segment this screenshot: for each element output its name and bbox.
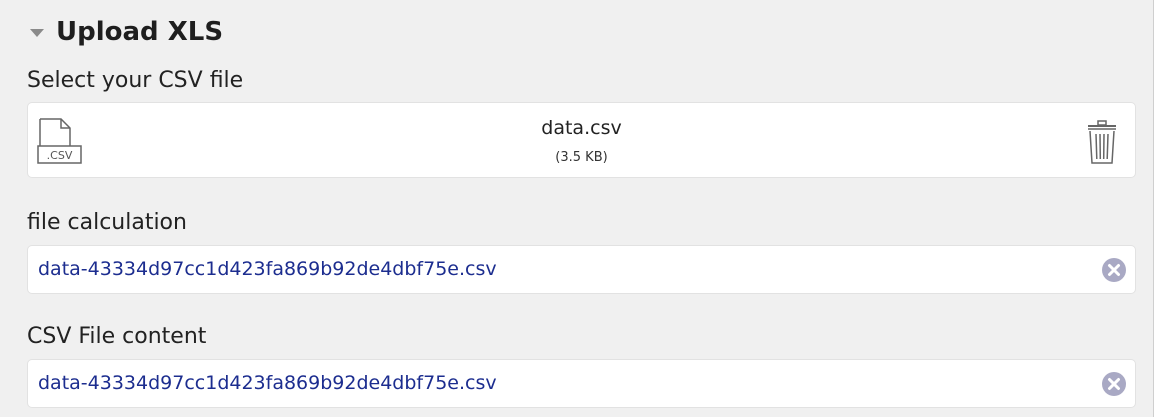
file-calculation-label: file calculation bbox=[27, 210, 187, 235]
file-calculation-value: data-43334d97cc1d423fa869b92de4dbf75e.cs… bbox=[38, 258, 497, 280]
clear-circle-icon[interactable] bbox=[1101, 257, 1127, 283]
csv-content-field[interactable]: data-43334d97cc1d423fa869b92de4dbf75e.cs… bbox=[27, 359, 1136, 408]
file-name: data.csv bbox=[541, 117, 622, 139]
trash-icon[interactable] bbox=[1086, 119, 1118, 165]
csv-content-label: CSV File content bbox=[27, 324, 207, 349]
file-upload-card[interactable]: .CSV data.csv (3.5 KB) bbox=[27, 102, 1136, 178]
section-title: Upload XLS bbox=[56, 17, 224, 47]
upload-xls-panel: Upload XLS Select your CSV file .CSV dat… bbox=[0, 0, 1154, 417]
csv-content-value: data-43334d97cc1d423fa869b92de4dbf75e.cs… bbox=[38, 372, 497, 394]
clear-circle-icon[interactable] bbox=[1101, 371, 1127, 397]
caret-down-icon[interactable] bbox=[30, 29, 44, 37]
file-calculation-field[interactable]: data-43334d97cc1d423fa869b92de4dbf75e.cs… bbox=[27, 245, 1136, 294]
file-size: (3.5 KB) bbox=[555, 150, 608, 165]
section-header[interactable]: Upload XLS bbox=[30, 12, 223, 52]
file-upload-label: Select your CSV file bbox=[27, 68, 244, 93]
